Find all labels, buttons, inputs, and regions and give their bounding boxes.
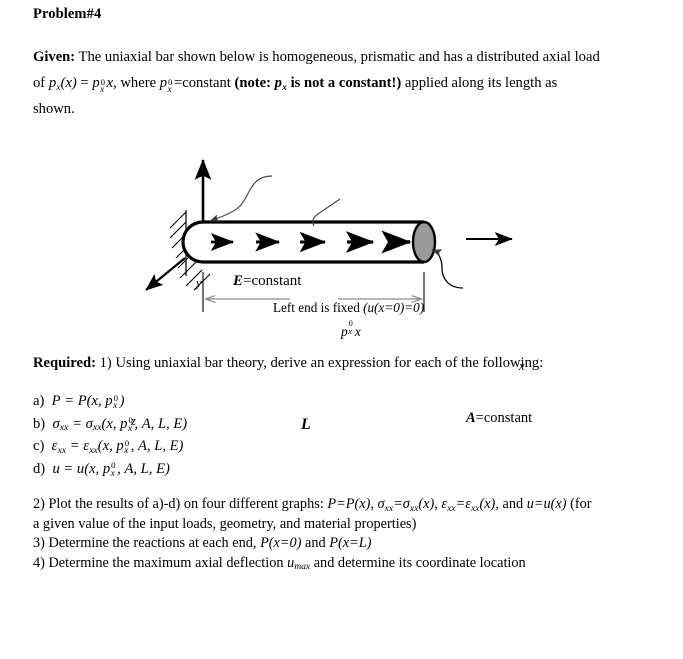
tail-line-2a: 2) Plot the results of a)-d) on four dif…	[33, 496, 592, 514]
item-equation-c: εxx = εxx(x, px0, A, L, E)	[48, 437, 184, 457]
given-line-3: shown.	[33, 101, 75, 117]
label-modulus-rest: =constant	[243, 273, 302, 289]
given-line-1: Given: The uniaxial bar shown below is h…	[33, 44, 651, 70]
item-marker-b: b)	[33, 415, 46, 432]
equation-px0-x: px0x	[92, 75, 114, 96]
leader-area	[431, 249, 464, 289]
label-fixed-end: Left end is fixed (u(x=0)=0)	[273, 300, 424, 316]
tail-line-2b: a given value of the input loads, geomet…	[33, 515, 417, 532]
bar-end-cap	[411, 220, 437, 264]
given-line-2-constant: =constant	[174, 75, 235, 91]
document-page: Problem#4 Given: The uniaxial bar shown …	[0, 0, 683, 659]
required-intro: 1) Using uniaxial bar theory, derive an …	[95, 355, 544, 371]
given-line-1-text: The uniaxial bar shown below is homogene…	[75, 49, 600, 65]
equation-px0-const: px0	[159, 75, 173, 96]
item-equation-b: σxx = σxx(x, px0, A, L, E)	[48, 415, 188, 434]
given-note-rest: is not a constant!)	[286, 75, 402, 91]
label-distributed-load: px0x	[341, 318, 361, 339]
item-marker-c: c)	[33, 438, 45, 454]
axis-z-arrow	[145, 257, 186, 291]
equation-px-of-x: px(x)	[48, 75, 77, 93]
leader-fixed-end	[209, 175, 273, 222]
label-modulus: E=constant	[233, 273, 301, 290]
uniaxial-bar-diagram: E=constant Left end is fixed (u(x=0)=0) …	[0, 130, 683, 433]
page-title: Problem#4	[33, 6, 102, 22]
given-paragraph: Given: The uniaxial bar shown below is h…	[33, 44, 651, 122]
derivation-item-a: a) P = P(x, p x 0)	[33, 390, 653, 413]
item-marker-d: d)	[33, 460, 46, 477]
given-label: Given:	[33, 49, 76, 65]
equation-px-note: px	[274, 75, 287, 93]
label-axis-y: y	[196, 276, 202, 290]
required-tail-items: 2) Plot the results of a)-d) on four dif…	[33, 495, 651, 573]
tail-line-4: 4) Determine the maximum axial deflectio…	[33, 554, 526, 573]
label-fixed-text: Left end is fixed	[273, 300, 360, 315]
given-line-2-lead: of	[33, 75, 49, 91]
diagram-canvas	[145, 158, 513, 312]
given-line-2: of px(x) = p x 0 x, where p x 0 =constant (not…	[33, 75, 558, 96]
required-section: Required: 1) Using uniaxial bar theory, …	[33, 352, 653, 480]
item-equation-a: P = P(x, p x 0)	[48, 392, 125, 412]
given-line-2-where: , where	[113, 75, 160, 91]
label-fixed-condition: (u(x=0)=0)	[363, 300, 425, 315]
derivation-items: a) P = P(x, p x 0) b) σxx = σxx(x, px0, A,…	[33, 390, 653, 480]
tail-line-3: 3) Determine the reactions at each end, …	[33, 535, 372, 551]
given-note-open: (note:	[234, 75, 275, 91]
item-marker-a: a)	[33, 393, 45, 409]
item-equation-d: u = u(x, px0, A, L, E)	[48, 460, 170, 479]
given-line-2-tail: applied along its length as	[401, 75, 558, 91]
label-modulus-symbol: E	[233, 273, 244, 289]
derivation-item-c: c) εxx = εxx(x, px0, A, L, E)	[33, 435, 653, 458]
required-heading: Required: 1) Using uniaxial bar theory, …	[33, 352, 653, 374]
required-label: Required:	[33, 355, 96, 371]
